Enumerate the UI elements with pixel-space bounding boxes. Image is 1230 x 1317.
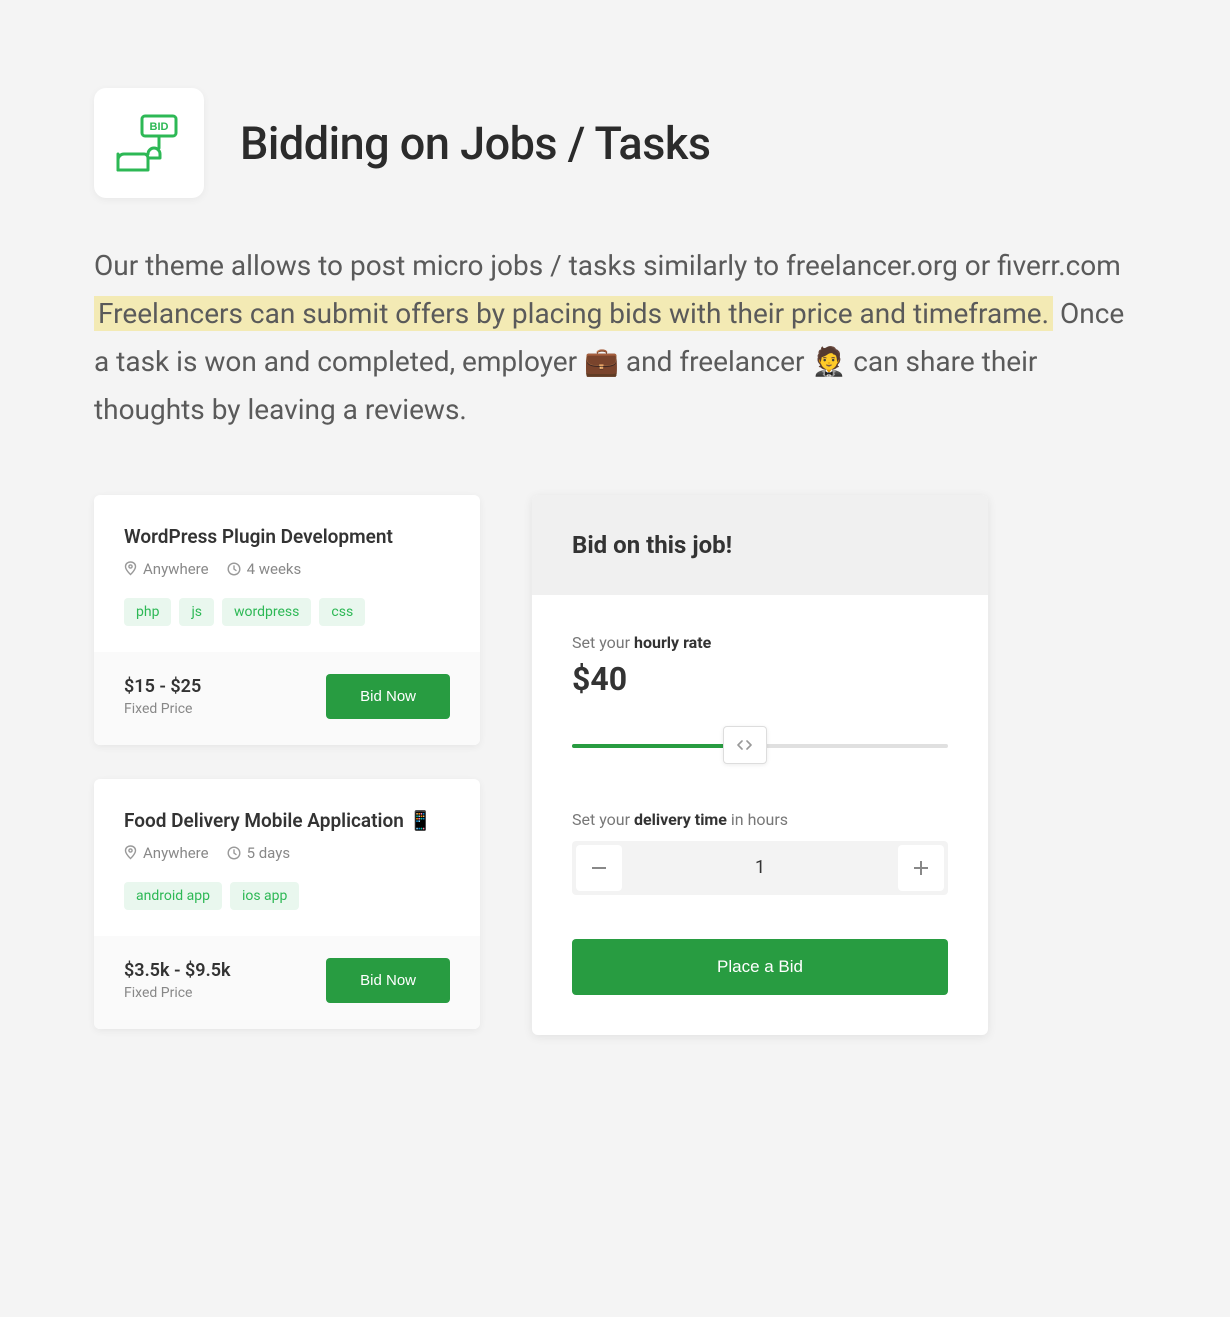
job-location: Anywhere <box>124 560 209 578</box>
job-price: $3.5k - $9.5k <box>124 960 230 981</box>
intro-text: Our theme allows to post micro jobs / ta… <box>94 242 1136 435</box>
rate-label: Set your hourly rate <box>572 633 948 652</box>
clock-icon <box>227 846 241 860</box>
chevron-right-icon <box>745 740 753 750</box>
job-title[interactable]: Food Delivery Mobile Application 📱 <box>124 809 450 832</box>
minus-icon <box>592 867 606 869</box>
intro-highlight: Freelancers can submit offers by placing… <box>94 296 1053 331</box>
bid-sign-icon: BID <box>116 110 182 176</box>
job-location: Anywhere <box>124 844 209 862</box>
bid-now-button[interactable]: Bid Now <box>326 958 450 1003</box>
delivery-stepper: 1 <box>572 841 948 895</box>
intro-part3: and freelancer <box>619 345 811 378</box>
job-duration: 5 days <box>227 844 291 862</box>
job-card: Food Delivery Mobile Application 📱 Anywh… <box>94 779 480 1029</box>
tag[interactable]: ios app <box>230 882 299 910</box>
pin-icon <box>124 845 137 860</box>
job-price-type: Fixed Price <box>124 985 230 1001</box>
plus-icon <box>914 861 928 875</box>
job-card: WordPress Plugin Development Anywhere 4 … <box>94 495 480 745</box>
job-price-type: Fixed Price <box>124 701 201 717</box>
decrement-button[interactable] <box>576 845 622 891</box>
increment-button[interactable] <box>898 845 944 891</box>
pin-icon <box>124 561 137 576</box>
tag[interactable]: android app <box>124 882 222 910</box>
delivery-label: Set your delivery time in hours <box>572 810 948 829</box>
bid-now-button[interactable]: Bid Now <box>326 674 450 719</box>
job-duration: 4 weeks <box>227 560 302 578</box>
tag[interactable]: php <box>124 598 171 626</box>
job-price: $15 - $25 <box>124 676 201 697</box>
intro-part1: Our theme allows to post micro jobs / ta… <box>94 249 1121 282</box>
rate-value: $40 <box>572 660 948 698</box>
rate-slider[interactable] <box>572 726 948 766</box>
delivery-value: 1 <box>622 857 898 878</box>
chevron-left-icon <box>736 740 744 750</box>
place-bid-button[interactable]: Place a Bid <box>572 939 948 995</box>
tag[interactable]: wordpress <box>222 598 311 626</box>
svg-text:BID: BID <box>150 121 169 133</box>
tag[interactable]: js <box>179 598 214 626</box>
page-title: Bidding on Jobs / Tasks <box>240 117 710 170</box>
bid-panel: Bid on this job! Set your hourly rate $4… <box>532 495 988 1035</box>
slider-thumb[interactable] <box>723 726 767 764</box>
bid-panel-heading: Bid on this job! <box>572 531 948 559</box>
tag[interactable]: css <box>319 598 365 626</box>
bid-icon-tile: BID <box>94 88 204 198</box>
clock-icon <box>227 562 241 576</box>
job-title[interactable]: WordPress Plugin Development <box>124 525 450 548</box>
